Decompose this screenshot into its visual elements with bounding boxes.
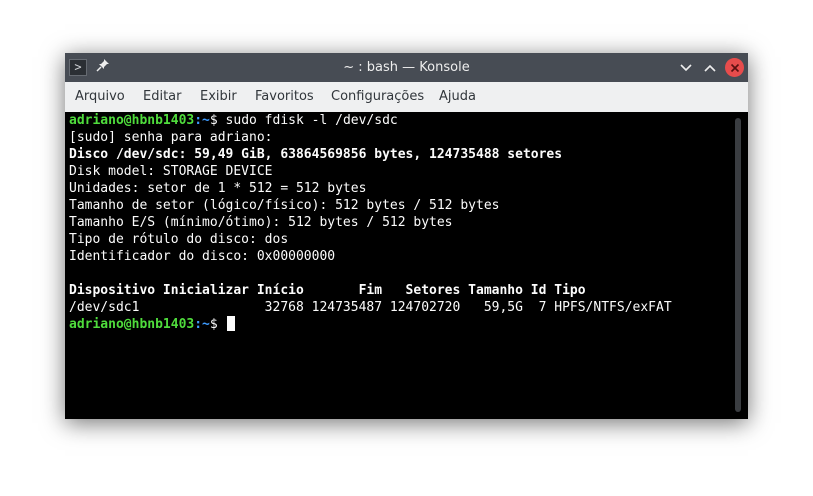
prompt-path: :~ xyxy=(194,317,210,332)
output-line: Tipo de rótulo do disco: dos xyxy=(69,232,289,247)
prompt-symbol: $ xyxy=(209,317,218,332)
text-cursor xyxy=(226,316,235,331)
command-text: sudo fdisk -l /dev/sdc xyxy=(217,113,398,128)
terminal-output[interactable]: adriano@hbnb1403:~$ sudo fdisk -l /dev/s… xyxy=(65,112,748,419)
title-bar[interactable]: > ~ : bash — Konsole xyxy=(65,53,748,82)
maximize-button[interactable] xyxy=(701,59,719,77)
chevron-down-icon xyxy=(680,64,692,72)
menu-favoritos[interactable]: Favoritos xyxy=(255,82,314,112)
close-button[interactable] xyxy=(725,58,744,77)
output-line: Tamanho de setor (lógico/físico): 512 by… xyxy=(69,198,500,213)
partition-table-header: Dispositivo Inicializar Início Fim Setor… xyxy=(69,283,586,298)
output-line: Disk model: STORAGE DEVICE xyxy=(69,164,273,179)
scrollbar[interactable] xyxy=(735,118,741,412)
command-line: adriano@hbnb1403:~$ sudo fdisk -l /dev/s… xyxy=(69,112,398,129)
menu-arquivo[interactable]: Arquivo xyxy=(75,82,125,112)
close-icon xyxy=(730,63,739,72)
minimize-button[interactable] xyxy=(677,59,695,77)
output-line: Unidades: setor de 1 * 512 = 512 bytes xyxy=(69,181,367,196)
output-line: Disco /dev/sdc: 59,49 GiB, 63864569856 b… xyxy=(69,147,563,162)
menu-configuracoes[interactable]: Configurações xyxy=(331,82,424,112)
prompt-line: adriano@hbnb1403:~$ xyxy=(69,316,235,333)
prompt-path: :~ xyxy=(194,113,210,128)
output-line: [sudo] senha para adriano: xyxy=(69,130,273,145)
prompt-user: adriano@hbnb1403 xyxy=(69,317,195,332)
chevron-up-icon xyxy=(704,64,716,72)
menu-ajuda[interactable]: Ajuda xyxy=(439,82,476,112)
menu-exibir[interactable]: Exibir xyxy=(200,82,237,112)
konsole-window: > ~ : bash — Konsole Arquivo Editar Exib… xyxy=(65,53,748,419)
output-line: Identificador do disco: 0x00000000 xyxy=(69,249,336,264)
prompt-user: adriano@hbnb1403 xyxy=(69,113,195,128)
output-line: Tamanho E/S (mínimo/ótimo): 512 bytes / … xyxy=(69,215,453,230)
menu-bar: Arquivo Editar Exibir Favoritos Configur… xyxy=(65,82,748,113)
menu-editar[interactable]: Editar xyxy=(143,82,182,112)
prompt-symbol: $ xyxy=(209,113,218,128)
window-title: ~ : bash — Konsole xyxy=(343,60,470,75)
partition-table-row: /dev/sdc1 32768 124735487 124702720 59,5… xyxy=(69,300,672,315)
